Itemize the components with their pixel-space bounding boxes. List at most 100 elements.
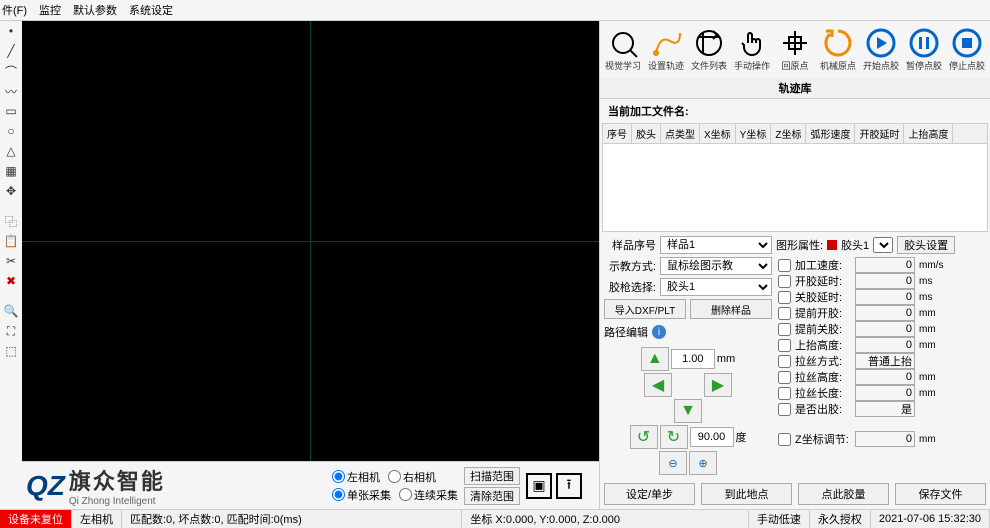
import-dxf-button[interactable]: 导入DXF/PLT — [604, 299, 686, 319]
menu-params[interactable]: 默认参数 — [73, 2, 117, 18]
param-input-3[interactable] — [855, 305, 915, 321]
param-checkbox-9[interactable] — [778, 403, 791, 416]
pause-disp-button[interactable]: 暂停点胶 — [903, 23, 945, 76]
arrow-left-button[interactable]: ◀ — [644, 373, 672, 397]
tool-copy-icon[interactable]: ⿻ — [3, 213, 19, 229]
radio-right-cam[interactable]: 右相机 — [388, 469, 436, 485]
arrow-up-button[interactable]: ▲ — [641, 347, 669, 371]
table-header[interactable]: 序号 — [603, 124, 632, 143]
table-header[interactable]: 开胶延时 — [855, 124, 904, 143]
param-checkbox-2[interactable] — [778, 291, 791, 304]
fit-screen-icon[interactable]: ▣ — [526, 473, 552, 499]
point-glue-button[interactable]: 点此胶量 — [798, 483, 889, 505]
sample-seq-select[interactable]: 样品1 — [660, 236, 772, 254]
param-checkbox-4[interactable] — [778, 323, 791, 336]
angle-input[interactable] — [690, 427, 734, 447]
radio-cont-cap[interactable]: 连续采集 — [399, 487, 458, 503]
glue-head-settings-button[interactable]: 胶头设置 — [897, 236, 955, 254]
save-file-button[interactable]: 保存文件 — [895, 483, 986, 505]
arrow-right-button[interactable]: ▶ — [704, 373, 732, 397]
glue-sel-label: 胶枪选择: — [604, 279, 656, 295]
menu-file[interactable]: 件(F) — [2, 2, 27, 18]
param-input-9[interactable] — [855, 401, 915, 417]
start-disp-button[interactable]: 开始点胶 — [860, 23, 902, 76]
info-icon[interactable]: i — [652, 325, 666, 339]
file-list-button[interactable]: 文件列表 — [688, 23, 730, 76]
param-checkbox-7[interactable] — [778, 371, 791, 384]
param-input-0[interactable] — [855, 257, 915, 273]
delete-sample-button[interactable]: 删除样品 — [690, 299, 772, 319]
tool-line-icon[interactable]: ╱ — [3, 43, 19, 59]
menu-system[interactable]: 系统设定 — [129, 2, 173, 18]
zoom-in-button[interactable]: ⊕ — [689, 451, 717, 475]
track-table[interactable]: 序号胶头点类型X坐标Y坐标Z坐标弧形速度开胶延时上抬高度 — [602, 123, 988, 232]
left-toolbar: • ╱ ⌒ 〰 ▭ ○ △ ▦ ✥ ⿻ 📋 ✂ ✖ 🔍 ⛶ ⬚ — [0, 21, 22, 509]
tool-move-icon[interactable]: ✥ — [3, 183, 19, 199]
canvas-viewport[interactable] — [22, 21, 599, 461]
tool-fit-icon[interactable]: ⛶ — [3, 323, 19, 339]
table-header[interactable]: Z坐标 — [771, 124, 806, 143]
param-unit-0: mm/s — [919, 260, 943, 271]
tool-cut-icon[interactable]: ✂ — [3, 253, 19, 269]
param-checkbox-6[interactable] — [778, 355, 791, 368]
menu-monitor[interactable]: 监控 — [39, 2, 61, 18]
tool-paste-icon[interactable]: 📋 — [3, 233, 19, 249]
zoom-out-button[interactable]: ⊖ — [659, 451, 687, 475]
tool-misc-icon[interactable]: ⬚ — [3, 343, 19, 359]
goto-point-button[interactable]: 到此地点 — [701, 483, 792, 505]
param-checkbox-8[interactable] — [778, 387, 791, 400]
export-icon[interactable]: ⭱ — [556, 473, 582, 499]
set-track-button[interactable]: 设置轨迹 — [645, 23, 687, 76]
param-label-5: 上抬高度: — [795, 337, 851, 353]
tool-grid-icon[interactable]: ▦ — [3, 163, 19, 179]
tool-rect-icon[interactable]: ▭ — [3, 103, 19, 119]
tool-delete-icon[interactable]: ✖ — [3, 273, 19, 289]
param-input-7[interactable] — [855, 369, 915, 385]
tool-zoom-icon[interactable]: 🔍 — [3, 303, 19, 319]
table-header[interactable]: 弧形速度 — [806, 124, 855, 143]
param-checkbox-5[interactable] — [778, 339, 791, 352]
scan-range-button[interactable]: 扫描范围 — [464, 467, 520, 485]
param-input-6[interactable] — [855, 353, 915, 369]
tool-curve-icon[interactable]: 〰 — [3, 83, 19, 99]
back-origin-button[interactable]: 回原点 — [774, 23, 816, 76]
param-checkbox-3[interactable] — [778, 307, 791, 320]
table-header[interactable]: Y坐标 — [736, 124, 772, 143]
radio-single-cap[interactable]: 单张采集 — [332, 487, 391, 503]
param-input-4[interactable] — [855, 321, 915, 337]
tool-triangle-icon[interactable]: △ — [3, 143, 19, 159]
rotate-ccw-button[interactable]: ↺ — [630, 425, 658, 449]
arrow-down-button[interactable]: ▼ — [674, 399, 702, 423]
stop-disp-button[interactable]: 停止点胶 — [946, 23, 988, 76]
set-step-button[interactable]: 设定/单步 — [604, 483, 695, 505]
zadjust-checkbox[interactable] — [778, 433, 791, 446]
rotate-cw-button[interactable]: ↻ — [660, 425, 688, 449]
teach-mode-select[interactable]: 鼠标绘图示教 — [660, 257, 772, 275]
vision-learn-button[interactable]: 视觉学习 — [602, 23, 644, 76]
table-header[interactable]: X坐标 — [700, 124, 736, 143]
param-checkbox-0[interactable] — [778, 259, 791, 272]
param-unit-1: ms — [919, 276, 943, 287]
param-checkbox-1[interactable] — [778, 275, 791, 288]
table-header[interactable]: 上抬高度 — [904, 124, 953, 143]
tool-arc-icon[interactable]: ⌒ — [3, 63, 19, 79]
zadjust-input[interactable] — [855, 431, 915, 447]
manual-op-button[interactable]: 手动操作 — [731, 23, 773, 76]
step-input[interactable] — [671, 349, 715, 369]
table-header[interactable]: 胶头 — [632, 124, 661, 143]
glue-head-select[interactable] — [873, 237, 893, 253]
param-label-1: 开胶延时: — [795, 273, 851, 289]
table-header[interactable]: 点类型 — [661, 124, 700, 143]
param-input-8[interactable] — [855, 385, 915, 401]
param-input-2[interactable] — [855, 289, 915, 305]
tool-circle-icon[interactable]: ○ — [3, 123, 19, 139]
param-input-1[interactable] — [855, 273, 915, 289]
machine-origin-button[interactable]: 机械原点 — [817, 23, 859, 76]
tool-dot-icon[interactable]: • — [3, 23, 19, 39]
param-input-5[interactable] — [855, 337, 915, 353]
radio-left-cam[interactable]: 左相机 — [332, 469, 380, 485]
clear-range-button[interactable]: 清除范围 — [464, 487, 520, 505]
status-camera: 左相机 — [72, 510, 122, 528]
logo: QZ 旗众智能 Qi Zhong Intelligent — [26, 464, 326, 507]
glue-sel-select[interactable]: 胶头1 — [660, 278, 772, 296]
